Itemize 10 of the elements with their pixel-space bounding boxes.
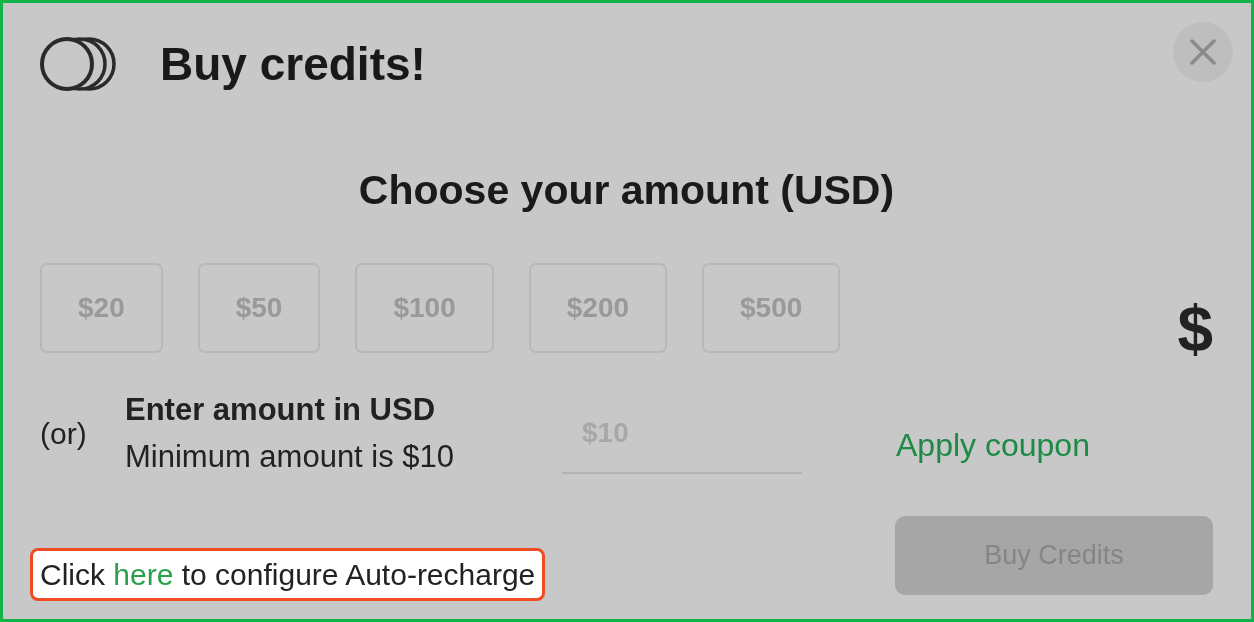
coins-icon	[40, 36, 116, 92]
or-label: (or)	[40, 415, 87, 452]
amount-label: Enter amount in USD	[125, 391, 436, 429]
apply-coupon-link[interactable]: Apply coupon	[896, 425, 1090, 465]
minimum-amount-hint: Minimum amount is $10	[125, 437, 455, 476]
here-link[interactable]: here	[113, 558, 174, 591]
close-icon	[1190, 39, 1216, 65]
amount-heading: Choose your amount (USD)	[358, 166, 895, 214]
currency-symbol: $	[1177, 297, 1213, 361]
auto-recharge-callout: Click here to configure Auto-recharge	[30, 548, 546, 601]
